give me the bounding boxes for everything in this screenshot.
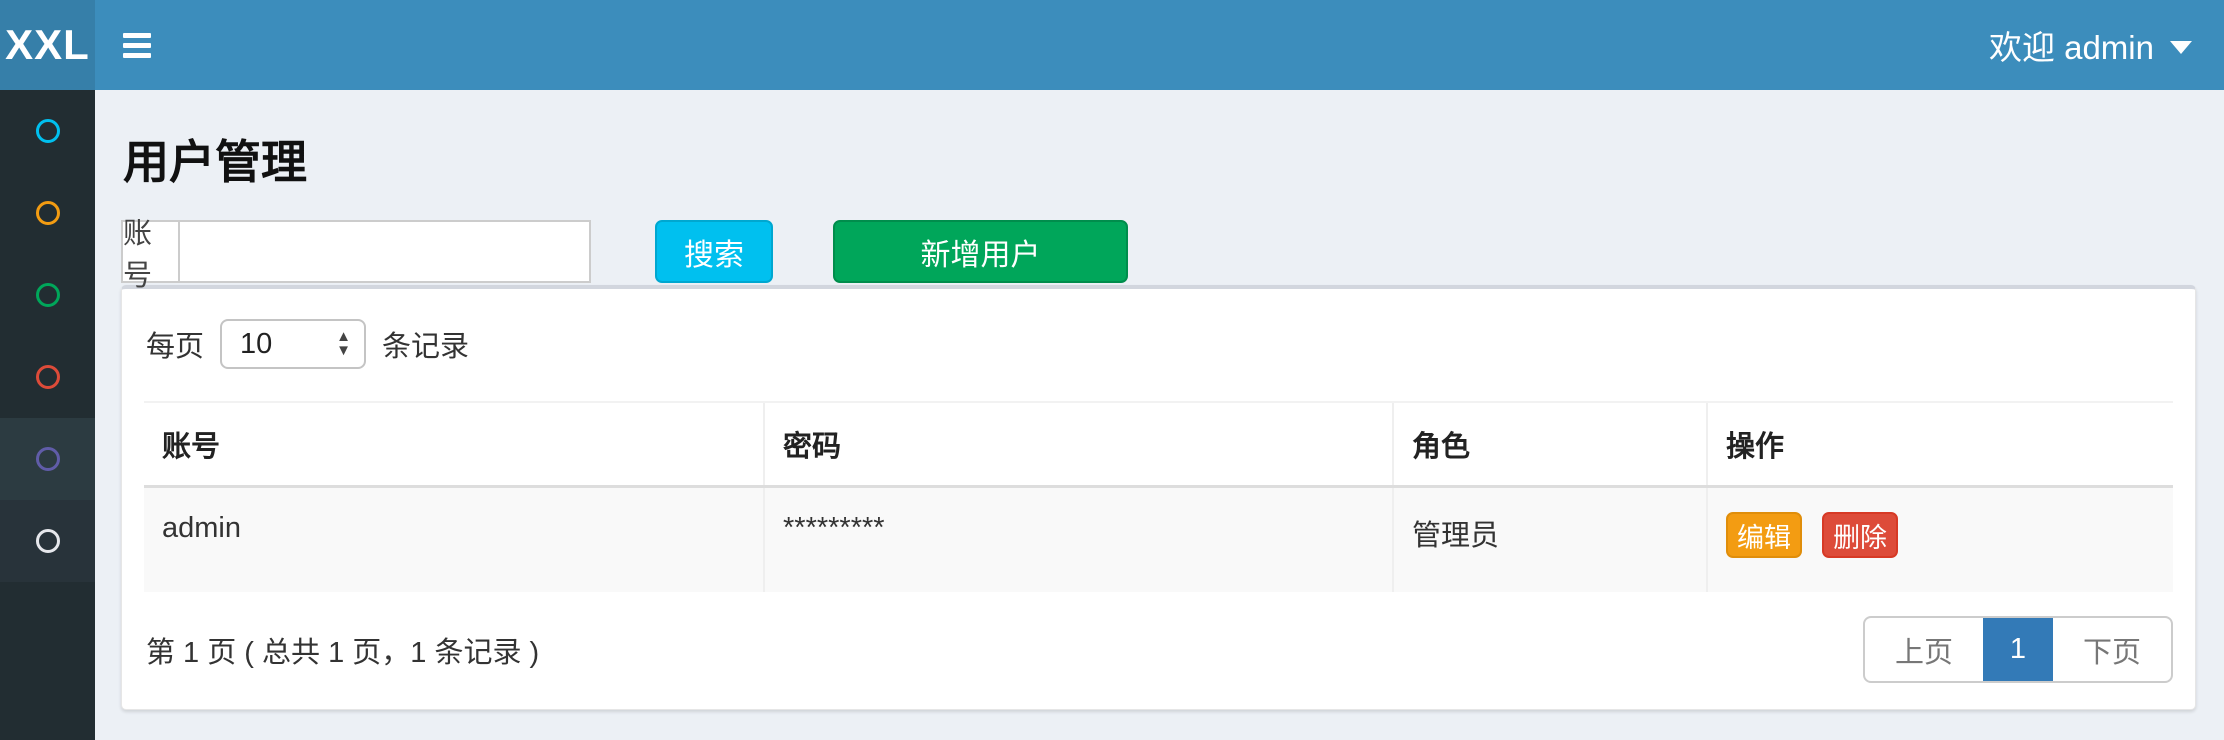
sidebar-item-5-active[interactable] [0, 418, 95, 500]
circle-icon [36, 529, 60, 553]
cell-account: admin [144, 487, 764, 593]
welcome-label: 欢迎 admin [1989, 21, 2154, 69]
cell-password: ********* [764, 487, 1393, 593]
table-header-row: 账号 密码 角色 操作 [144, 402, 2173, 487]
pagination-row: 第 1 页 ( 总共 1 页，1 条记录 ) 上页 1 下页 [144, 616, 2173, 683]
cell-actions: 编辑 删除 [1707, 487, 2173, 593]
page-size-row: 每页 10 ▲▼ 条记录 [146, 319, 2173, 369]
page-size-prefix: 每页 [146, 323, 204, 365]
edit-button[interactable]: 编辑 [1726, 512, 1802, 558]
user-table-panel: 每页 10 ▲▼ 条记录 账号 密码 角色 操作 [121, 285, 2196, 710]
circle-icon [36, 447, 60, 471]
search-button[interactable]: 搜索 [655, 220, 773, 283]
page-size-suffix: 条记录 [382, 323, 469, 365]
sidebar-item-2[interactable] [0, 172, 95, 254]
pagination-info: 第 1 页 ( 总共 1 页，1 条记录 ) [146, 629, 539, 671]
app-logo[interactable]: XXL [0, 0, 95, 90]
circle-icon [36, 365, 60, 389]
user-menu[interactable]: 欢迎 admin [1989, 21, 2192, 69]
cell-role: 管理员 [1393, 487, 1707, 593]
main-content: 用户管理 账号 搜索 新增用户 每页 10 ▲▼ 条记录 账 [95, 126, 2224, 710]
table-row: admin ********* 管理员 编辑 删除 [144, 487, 2173, 593]
circle-icon [36, 119, 60, 143]
circle-icon [36, 201, 60, 225]
select-arrows-icon: ▲▼ [336, 330, 351, 358]
chevron-down-icon [2170, 41, 2192, 54]
account-input-label: 账号 [121, 220, 178, 283]
user-table: 账号 密码 角色 操作 admin ********* 管理员 编辑 删除 [144, 401, 2173, 592]
circle-icon [36, 283, 60, 307]
header-actions: 操作 [1707, 402, 2173, 487]
search-toolbar: 账号 搜索 新增用户 [121, 220, 2198, 283]
sidebar-nav [0, 90, 95, 740]
page-size-select[interactable]: 10 ▲▼ [220, 319, 366, 369]
sidebar-item-6[interactable] [0, 500, 95, 582]
navbar-main: 欢迎 admin [95, 0, 2224, 90]
pagination-controls: 上页 1 下页 [1863, 616, 2173, 683]
account-input[interactable] [178, 220, 591, 283]
delete-button[interactable]: 删除 [1822, 512, 1898, 558]
header-password: 密码 [764, 402, 1393, 487]
account-input-group: 账号 [121, 220, 591, 283]
sidebar-item-1[interactable] [0, 90, 95, 172]
header-account: 账号 [144, 402, 764, 487]
top-navbar: XXL 欢迎 admin [0, 0, 2224, 90]
sidebar-item-4[interactable] [0, 336, 95, 418]
next-page-button[interactable]: 下页 [2053, 618, 2171, 681]
sidebar-toggle-icon[interactable] [123, 33, 151, 58]
current-page-button[interactable]: 1 [1983, 618, 2053, 681]
prev-page-button[interactable]: 上页 [1865, 618, 1983, 681]
sidebar-item-3[interactable] [0, 254, 95, 336]
add-user-button[interactable]: 新增用户 [833, 220, 1128, 283]
header-role: 角色 [1393, 402, 1707, 487]
page-size-value: 10 [240, 328, 272, 361]
page-title: 用户管理 [123, 126, 2198, 192]
